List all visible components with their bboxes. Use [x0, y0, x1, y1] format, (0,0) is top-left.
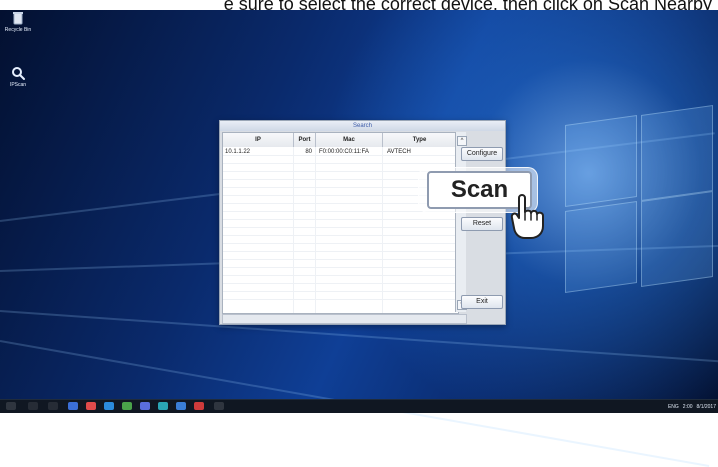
column-header-ip[interactable]: IP	[223, 133, 294, 147]
start-icon[interactable]	[6, 402, 16, 410]
desktop: Recycle Bin IPScan Search IP Port Mac Ty…	[0, 10, 718, 467]
language-indicator[interactable]: ENG	[668, 404, 679, 410]
clock-time[interactable]: 2:00	[683, 404, 693, 410]
column-header-port[interactable]: Port	[294, 133, 316, 147]
logo-pane	[565, 114, 637, 208]
column-header-mac[interactable]: Mac	[316, 133, 383, 147]
store-icon[interactable]	[122, 402, 132, 410]
configure-button[interactable]: Configure	[461, 147, 503, 161]
search-window: Search IP Port Mac Type 10.1.1.22 80 F0:…	[219, 120, 506, 325]
recycle-bin-icon	[10, 10, 26, 26]
column-header-type[interactable]: Type	[383, 133, 456, 147]
scroll-up-button[interactable]: ^	[457, 136, 467, 146]
task-view-icon[interactable]	[48, 402, 58, 410]
app-icon-3[interactable]	[214, 402, 224, 410]
pointing-hand-icon	[505, 190, 565, 240]
system-tray: ENG 2:00 8/1/2017	[668, 401, 716, 412]
edge-icon[interactable]	[86, 402, 96, 410]
desktop-icon-ipscan[interactable]: IPScan	[3, 65, 33, 88]
mail-icon[interactable]	[140, 402, 150, 410]
ie-icon[interactable]	[104, 402, 114, 410]
desktop-icon-label: IPScan	[9, 82, 27, 88]
photos-icon[interactable]	[176, 402, 186, 410]
logo-pane	[641, 190, 713, 288]
taskbar: ENG 2:00 8/1/2017	[0, 399, 718, 413]
top-banner: e sure to select the correct device, the…	[0, 0, 718, 14]
logo-pane	[641, 104, 713, 202]
window-title: Search	[220, 121, 505, 131]
exit-button[interactable]: Exit	[461, 295, 503, 309]
device-table[interactable]: IP Port Mac Type 10.1.1.22 80 F0:00:00:C…	[222, 132, 459, 314]
search-app-icon	[10, 65, 26, 81]
reset-button[interactable]: Reset	[461, 217, 503, 231]
file-explorer-icon[interactable]	[68, 402, 78, 410]
desktop-icon-recycle-bin[interactable]: Recycle Bin	[3, 10, 33, 33]
logo-pane	[565, 200, 637, 294]
status-bar	[222, 314, 467, 324]
clock-date[interactable]: 8/1/2017	[697, 404, 716, 410]
search-icon[interactable]	[28, 402, 38, 410]
windows-logo	[565, 104, 715, 300]
app-icon-2[interactable]	[194, 402, 204, 410]
app-icon[interactable]	[158, 402, 168, 410]
table-row[interactable]	[223, 299, 456, 308]
desktop-icon-label: Recycle Bin	[4, 27, 32, 33]
